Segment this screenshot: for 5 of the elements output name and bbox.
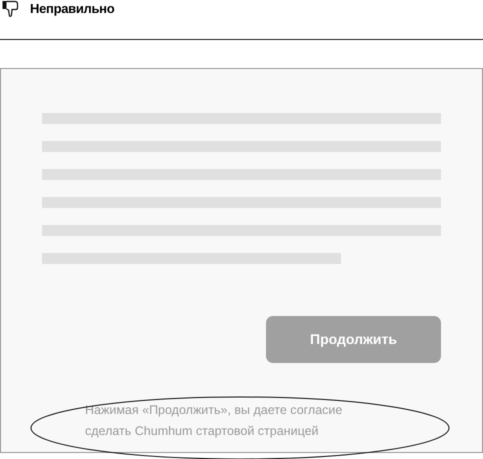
consent-text: Нажимая «Продолжить», вы даете согласие [85, 402, 342, 419]
verdict-label: Неправильно [30, 0, 114, 18]
continue-button[interactable]: Продолжить [266, 316, 441, 363]
thumbs-down-icon [2, 0, 20, 18]
consent-text: сделать Chumhum стартовой страницей [85, 423, 319, 440]
